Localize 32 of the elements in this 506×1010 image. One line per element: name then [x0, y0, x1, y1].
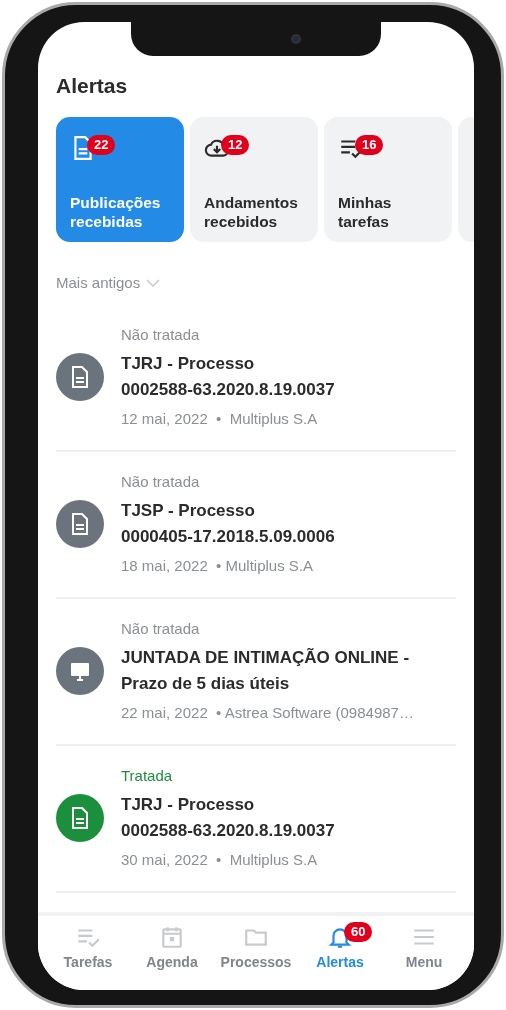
alert-title[interactable]: TJSP - Processo 0000405-17.2018.5.09.0006 [121, 498, 335, 550]
sort-label[interactable]: Mais antigos [56, 272, 141, 295]
tab-bar-item[interactable]: Agenda [130, 924, 214, 990]
alert-meta: 30 mai, 2022 • Multiplus S.A [121, 850, 319, 870]
page-title: Alertas [56, 73, 129, 99]
tab-bar-item[interactable]: Alertas 60 [298, 924, 382, 990]
category-label: Andamentos recebidos [204, 193, 299, 231]
tab-bar-item[interactable]: Menu [382, 924, 466, 990]
chevron-down-icon[interactable] [146, 279, 161, 288]
alert-title[interactable]: JUNTADA DE INTIMAÇÃO ONLINE - Prazo de 5 dias úteis [121, 645, 414, 697]
tab-bar-item[interactable]: Tarefas [46, 924, 130, 990]
count-badge: 12 [221, 135, 250, 155]
category-card[interactable]: 22 Publicações recebidas [56, 117, 184, 242]
count-badge: 16 [355, 135, 384, 155]
alert-meta: 22 mai, 2022 • Astrea Software (0984987… [121, 703, 414, 723]
status-label: Tratada [121, 766, 174, 786]
category-card[interactable]: 12 Andamentos recebidos [190, 117, 318, 242]
category-label: Publicações recebidas [70, 193, 162, 231]
alert-title[interactable]: TJRJ - Processo 0002588-63.2020.8.19.0037 [121, 792, 335, 844]
status-label: Não tratada [121, 325, 201, 345]
category-card[interactable]: 16 Minhas tarefas [324, 117, 452, 242]
count-badge: 22 [87, 135, 116, 155]
camera-icon [291, 34, 301, 44]
calendar-icon [159, 924, 185, 950]
alert-title[interactable]: TJRJ - Processo 0002588-63.2020.8.19.0037 [121, 351, 335, 403]
alert-meta: 12 mai, 2022 • Multiplus S.A [121, 409, 319, 429]
alert-meta: 18 mai, 2022 • Multiplus S.A [121, 556, 314, 576]
status-label: Não tratada [121, 472, 201, 492]
tab-bar-item[interactable]: Processos [214, 924, 298, 990]
status-label: Não tratada [121, 619, 201, 639]
count-badge: 60 [344, 922, 373, 942]
category-label: Minhas tarefas [338, 193, 393, 231]
